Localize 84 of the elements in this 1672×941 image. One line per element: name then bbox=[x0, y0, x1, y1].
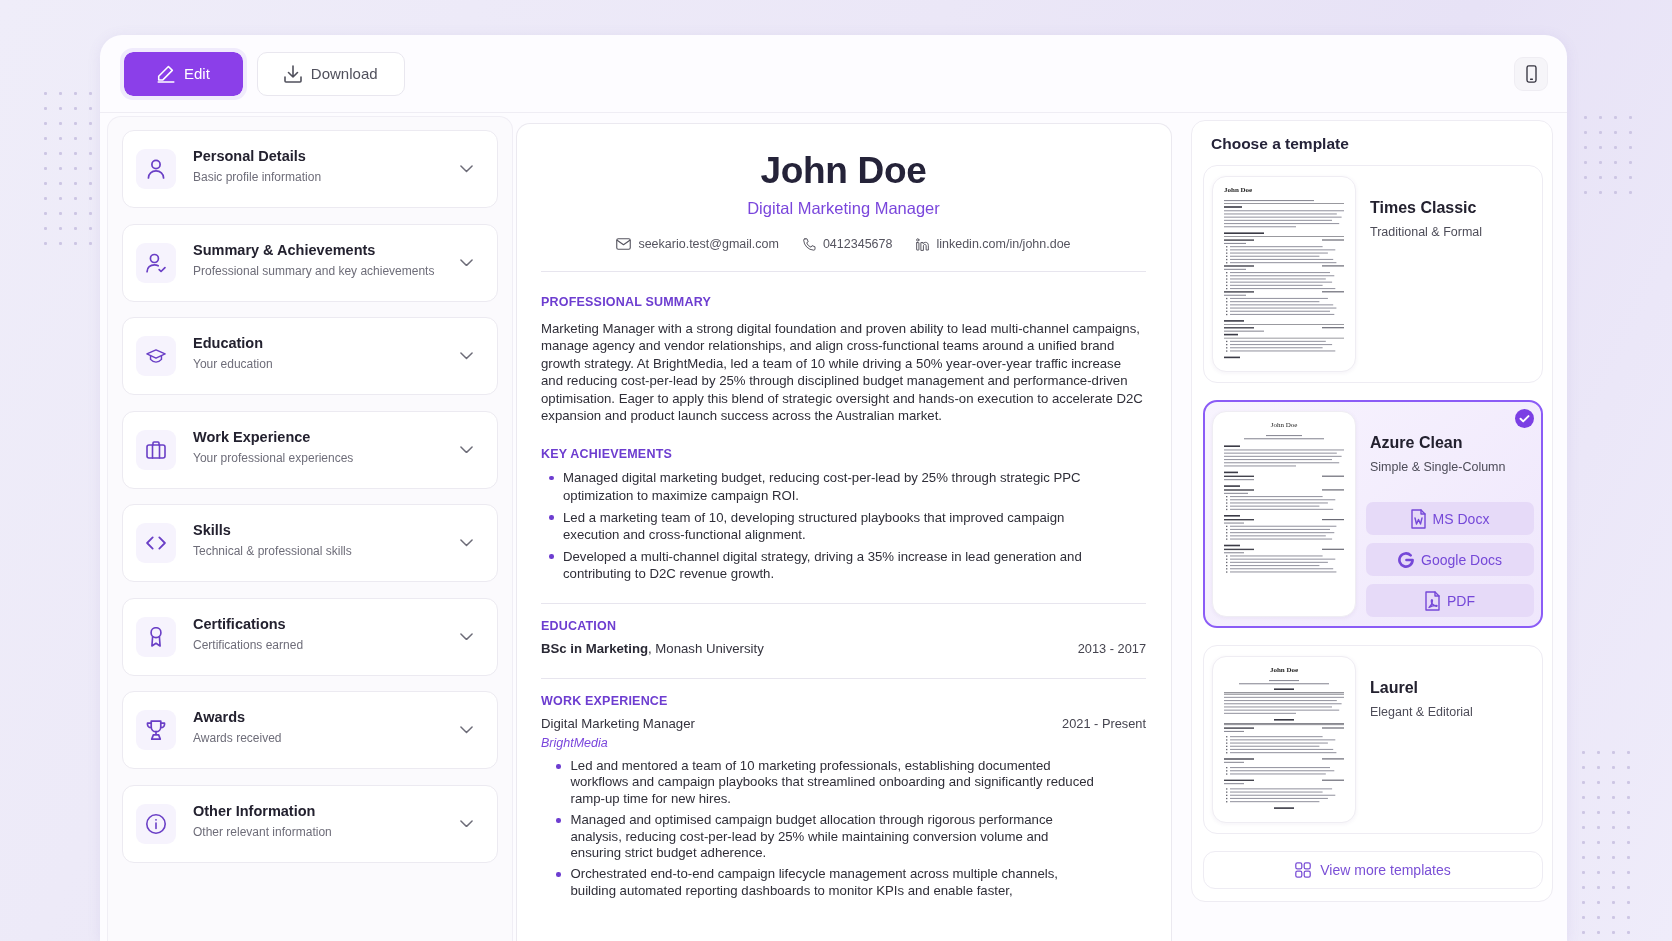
export-button[interactable]: Google Docs bbox=[1366, 543, 1534, 576]
award-ribbon-icon bbox=[136, 616, 176, 657]
person-check-icon bbox=[136, 242, 176, 283]
bullet-icon bbox=[549, 554, 554, 559]
contact-email: seekario.test@gmail.com bbox=[638, 236, 779, 253]
person-icon bbox=[136, 149, 176, 189]
section-title: Awards bbox=[193, 708, 246, 726]
check-icon bbox=[1515, 409, 1534, 428]
date-range: 2021 - Present bbox=[1062, 715, 1146, 733]
accordion-section[interactable]: Education Your education bbox=[122, 317, 498, 395]
section-heading: EDUCATION bbox=[541, 603, 1146, 634]
info-icon bbox=[136, 803, 176, 844]
section-subtitle: Certifications earned bbox=[193, 637, 304, 653]
accordion-section[interactable]: Personal Details Basic profile information bbox=[122, 130, 498, 208]
summary-paragraph: Marketing Manager with a strong digital foundation and proven ability to lead multi-channel campaigns, manage agency and vendor relationships, and align cross-functional teams around a unified brand growth strategy. At BrightMedia, led a team of 10 while driving a 50% year-over-year traffic increase and reducing cost-per-lead by 25% through disciplined budget management and performance-driven optimisation. Eager to apply this blend of strategic oversight and hands-on execution to accelerate D2C expansion and product launch success across the Australian market. bbox=[541, 320, 1144, 425]
pdf-file-icon bbox=[1425, 590, 1440, 611]
bullet-icon bbox=[549, 515, 554, 520]
view-more-button[interactable]: View more templates bbox=[1203, 851, 1543, 889]
section-subtitle: Your professional experiences bbox=[193, 450, 354, 466]
edit-button[interactable]: Edit bbox=[120, 47, 247, 100]
trophy-icon bbox=[136, 710, 176, 750]
resume-name: John Doe bbox=[760, 150, 927, 192]
phone-preview-button[interactable] bbox=[1514, 56, 1548, 91]
accordion-section[interactable]: Skills Technical & professional skills bbox=[122, 504, 498, 582]
entry-title: BSc in Marketing, Monash University bbox=[541, 640, 764, 658]
mail-icon bbox=[616, 238, 632, 250]
section-subtitle: Other relevant information bbox=[193, 824, 332, 840]
accordion-section[interactable]: Certifications Certifications earned bbox=[122, 597, 498, 676]
bullet-icon bbox=[549, 475, 554, 481]
accordion-section[interactable]: Other Information Other relevant information bbox=[122, 784, 498, 863]
phone-icon bbox=[802, 237, 816, 251]
bullet-text: Managed and optimised campaign budget allocation through rigorous performance analysis, reducing cost-per-lead by 25% while maintaining conversion volume and ensuring strict budget adherence. bbox=[570, 812, 1054, 862]
briefcase-icon bbox=[136, 429, 176, 470]
template-name: Times Classic bbox=[1369, 198, 1477, 218]
section-title: Education bbox=[193, 334, 264, 352]
panel-title: Choose a template bbox=[1210, 134, 1349, 154]
section-title: Personal Details bbox=[193, 147, 306, 165]
section-subtitle: Your education bbox=[193, 357, 273, 372]
grid-icon bbox=[1295, 862, 1312, 878]
code-icon bbox=[136, 523, 176, 563]
section-subtitle: Professional summary and key achievements bbox=[193, 263, 435, 279]
download-icon bbox=[283, 64, 302, 83]
template-description: Traditional & Formal bbox=[1369, 224, 1483, 240]
entry-title: Digital Marketing Manager bbox=[541, 715, 695, 733]
date-range: 2013 - 2017 bbox=[1077, 640, 1146, 658]
resume-headline: Digital Marketing Manager bbox=[747, 198, 940, 219]
template-description: Simple & Single-Column bbox=[1369, 459, 1506, 475]
bullet-text: Managed digital marketing budget, reducing cost-per-lead by 25% through strategic PPC optimization to maximize campaign ROI. bbox=[563, 469, 1082, 505]
g-logo-icon bbox=[1398, 551, 1415, 568]
contact-link: linkedin.com/in/john.doe bbox=[936, 236, 1071, 253]
section-title: Skills bbox=[193, 521, 231, 539]
section-heading: WORK EXPERIENCE bbox=[541, 678, 1146, 709]
section-title: Certifications bbox=[193, 614, 286, 633]
export-button[interactable]: PDF bbox=[1366, 584, 1534, 617]
word-file-icon bbox=[1410, 508, 1426, 529]
section-subtitle: Technical & professional skills bbox=[193, 544, 352, 559]
section-title: Summary & Achievements bbox=[193, 240, 376, 259]
export-button[interactable]: MS Docx bbox=[1366, 502, 1534, 535]
accordion-section[interactable]: Awards Awards received bbox=[122, 691, 498, 769]
section-title: Work Experience bbox=[193, 427, 311, 446]
template-name: Azure Clean bbox=[1369, 433, 1463, 453]
bullet-icon bbox=[556, 764, 561, 769]
company-name: BrightMedia bbox=[541, 735, 609, 751]
bullet-icon bbox=[556, 818, 561, 823]
section-subtitle: Awards received bbox=[193, 731, 282, 746]
section-heading: KEY ACHIEVEMENTS bbox=[541, 446, 673, 463]
phone-icon bbox=[1525, 64, 1537, 83]
template-name: Laurel bbox=[1369, 678, 1418, 698]
accordion-section[interactable]: Summary & Achievements Professional summary and key achievements bbox=[122, 223, 498, 302]
bullet-text: Led a marketing team of 10, developing structured playbooks that improved campaign execution and cross-functional alignment. bbox=[563, 508, 1066, 544]
bullet-text: Led and mentored a team of 10 marketing professionals, establishing documented workflows and campaign playbooks that streamlined onboarding and significantly reduced ramp-up time for new hires. bbox=[570, 758, 1095, 808]
accordion-section[interactable]: Work Experience Your professional experiences bbox=[122, 410, 498, 489]
section-title: Other Information bbox=[193, 801, 316, 820]
bullet-text: Developed a multi-channel digital strategy, driving a 35% increase in lead generation and contributing to D2C revenue growth. bbox=[563, 547, 1083, 583]
linkedin-icon bbox=[916, 237, 930, 251]
contact-phone: 0412345678 bbox=[822, 236, 893, 253]
pencil-icon bbox=[157, 64, 175, 83]
graduation-cap-icon bbox=[136, 336, 176, 376]
section-heading: PROFESSIONAL SUMMARY bbox=[541, 294, 712, 310]
section-subtitle: Basic profile information bbox=[193, 170, 322, 185]
bullet-text: Orchestrated end-to-end campaign lifecycle management across multiple channels, building automated reporting dashboards to monitor KPIs and enable faster, bbox=[570, 866, 1059, 900]
download-button[interactable]: Download bbox=[256, 51, 405, 96]
template-description: Elegant & Editorial bbox=[1369, 704, 1473, 720]
bullet-icon bbox=[556, 872, 561, 877]
